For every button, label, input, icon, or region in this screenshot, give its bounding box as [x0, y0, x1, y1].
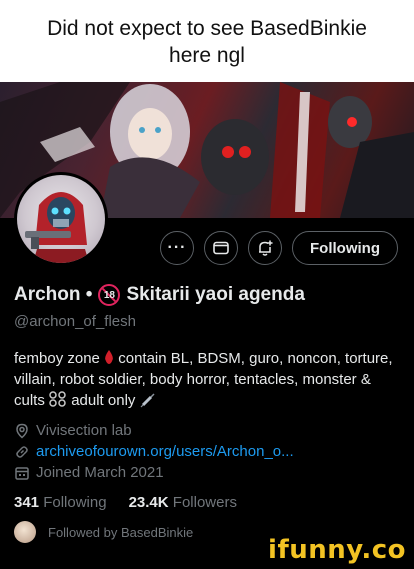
bio-text-3: adult only [71, 392, 140, 409]
followers-stat[interactable]: 23.4K Followers [129, 494, 237, 511]
following-button[interactable]: Following [292, 231, 398, 265]
chains-icon [49, 391, 66, 407]
bell-plus-icon [259, 240, 273, 256]
notify-button[interactable] [248, 231, 283, 265]
bio-text-1: femboy zone [14, 350, 105, 367]
joined-text: Joined March 2021 [36, 464, 164, 481]
followed-by-text: Followed by BasedBinkie [48, 524, 194, 540]
following-stat[interactable]: 341 Following [14, 494, 107, 511]
more-icon: ··· [167, 239, 187, 256]
following-count: 341 [14, 494, 40, 511]
blood-drop-icon [105, 350, 113, 364]
link-icon [16, 445, 28, 458]
profile-actions: ··· Following [160, 231, 398, 265]
message-button[interactable] [204, 231, 239, 265]
profile-bio: femboy zone contain BL, BDSM, guro, nonc… [14, 348, 404, 411]
location-text: Vivisection lab [36, 422, 132, 439]
following-label: Following [43, 494, 107, 511]
followed-by[interactable]: Followed by BasedBinkie [14, 521, 193, 543]
followers-label: Followers [172, 494, 237, 511]
display-name: Archon • 18 Skitarii yaoi agenda [14, 284, 305, 306]
display-name-suffix: Skitarii yaoi agenda [126, 284, 305, 305]
calendar-icon [15, 466, 29, 480]
ifunny-watermark: ifunny.co [268, 535, 406, 565]
website-link[interactable]: archiveofourown.org/users/Archon_o... [36, 443, 294, 460]
message-icon [213, 241, 229, 255]
more-button[interactable]: ··· [160, 231, 195, 265]
user-handle: @archon_of_flesh [14, 313, 136, 330]
caption-text: Did not expect to see BasedBinkie here n… [47, 17, 367, 67]
mutual-avatar [14, 521, 36, 543]
avatar[interactable] [14, 172, 108, 266]
age-restriction-icon: 18 [98, 284, 121, 306]
location-pin-icon [16, 423, 28, 439]
follow-stats: 341 Following 23.4K Followers [14, 494, 237, 511]
meme-caption: Did not expect to see BasedBinkie here n… [0, 0, 414, 82]
followers-count: 23.4K [128, 494, 169, 511]
joined-date: Joined March 2021 [14, 464, 164, 481]
location: Vivisection lab [14, 422, 132, 439]
display-name-text: Archon • [14, 284, 93, 305]
website: archiveofourown.org/users/Archon_o... [14, 443, 294, 460]
syringe-icon [140, 393, 155, 408]
